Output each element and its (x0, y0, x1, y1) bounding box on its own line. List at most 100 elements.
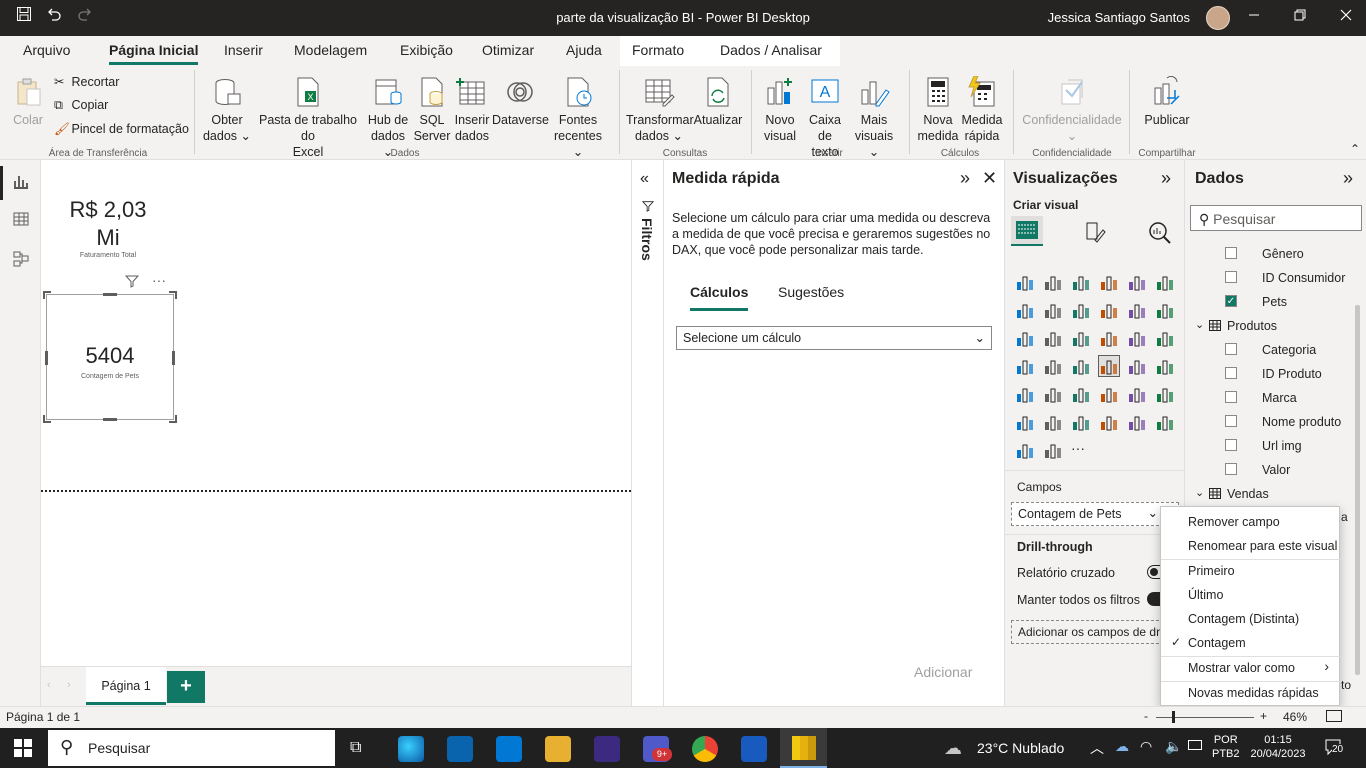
waterfall-icon[interactable] (1015, 328, 1035, 348)
zoom-in-button[interactable]: + (1260, 709, 1267, 723)
collapse-pane-icon[interactable]: » (960, 168, 970, 189)
publish-button[interactable]: Publicar (1140, 76, 1194, 128)
line-clustered-icon[interactable] (1127, 300, 1147, 320)
r-visual-icon[interactable] (1099, 384, 1119, 404)
chevron-down-icon[interactable]: ⌄ (1148, 505, 1158, 520)
funnel-icon[interactable] (1043, 328, 1063, 348)
chevron-right-icon[interactable]: › (67, 679, 71, 691)
tab-arquivo[interactable]: Arquivo (23, 42, 70, 58)
field-item[interactable]: Nome produto (1185, 412, 1355, 434)
qa-icon[interactable] (1043, 412, 1063, 432)
tab-dados-analisar[interactable]: Dados / Analisar (720, 42, 822, 58)
slicer-icon[interactable] (1015, 384, 1035, 404)
fit-to-page-icon[interactable] (1326, 710, 1342, 722)
tab-ajuda[interactable]: Ajuda (566, 42, 602, 58)
checkbox-checked[interactable]: ✓ (1225, 295, 1237, 307)
goals-icon[interactable] (1099, 412, 1119, 432)
table-view-icon[interactable] (10, 210, 32, 232)
add-button[interactable]: Adicionar (914, 664, 972, 680)
word-icon[interactable] (741, 736, 767, 762)
field-item[interactable]: ✓ Pets (1185, 292, 1355, 314)
checkbox[interactable] (1225, 415, 1237, 427)
filters-pane-collapsed[interactable]: « Filtros (631, 160, 664, 706)
resize-handle[interactable] (103, 418, 117, 421)
tab-inserir[interactable]: Inserir (224, 42, 263, 58)
checkbox[interactable] (1225, 247, 1237, 259)
kpi-icon[interactable] (1155, 356, 1175, 376)
new-visual-button[interactable]: Novo visual (758, 76, 802, 144)
resize-handle[interactable] (43, 291, 51, 299)
taskbar-search-box[interactable]: ⚲ Pesquisar (48, 730, 335, 766)
paste-button[interactable]: Colar (8, 76, 48, 128)
smart-narrative-icon[interactable] (1043, 440, 1063, 460)
ribbon-chart-icon[interactable] (1155, 300, 1175, 320)
multirow-card-icon[interactable] (1127, 356, 1147, 376)
quick-measure-button[interactable]: Medida rápida (960, 76, 1004, 144)
edge-icon[interactable] (398, 736, 424, 762)
menu-last[interactable]: Último (1188, 588, 1223, 602)
minimize-icon[interactable] (1242, 6, 1266, 30)
menu-new-quick-measure[interactable]: Novas medidas rápidas (1188, 686, 1319, 700)
map-icon[interactable] (1015, 356, 1035, 376)
line-chart-icon[interactable] (1015, 300, 1035, 320)
close-icon[interactable]: ✕ (982, 168, 997, 189)
field-item[interactable]: Valor (1185, 460, 1355, 482)
chevron-up-icon[interactable]: ︿ (1090, 738, 1104, 758)
field-item[interactable]: Marca (1185, 388, 1355, 410)
expand-filters-icon[interactable]: « (640, 170, 649, 188)
wifi-icon[interactable]: ◠ (1140, 738, 1152, 755)
scatter-icon[interactable] (1071, 328, 1091, 348)
power-apps-icon[interactable] (1155, 412, 1175, 432)
menu-first[interactable]: Primeiro (1188, 564, 1235, 578)
windows-start-icon[interactable] (14, 739, 32, 760)
more-visuals-icon[interactable]: ··· (1071, 440, 1091, 460)
enter-data-button[interactable]: Inserir dados (452, 76, 492, 144)
collapse-pane-icon[interactable]: » (1343, 168, 1353, 189)
collapse-ribbon-icon[interactable]: ⌃ (1350, 142, 1360, 156)
more-options-icon[interactable]: ··· (152, 272, 166, 288)
clock[interactable]: 01:15 20/04/2023 (1248, 733, 1308, 761)
report-view-icon[interactable] (0, 166, 32, 200)
100-bar-icon[interactable] (1127, 272, 1147, 292)
refresh-button[interactable]: Atualizar (693, 76, 743, 128)
checkbox[interactable] (1225, 367, 1237, 379)
build-visual-tab[interactable] (1011, 216, 1043, 246)
tab-calculos[interactable]: Cálculos (690, 284, 749, 311)
menu-remove-field[interactable]: Remover campo (1188, 515, 1280, 529)
chevron-down-icon[interactable]: ⌄ (1195, 318, 1204, 331)
transform-data-button[interactable]: Transformar dados ⌄ (626, 76, 694, 144)
weather-text[interactable]: 23°C Nublado (977, 740, 1064, 756)
field-item[interactable]: Gênero (1185, 244, 1355, 266)
analytics-tab[interactable] (1147, 220, 1173, 247)
add-page-button[interactable]: + (167, 671, 205, 703)
field-item[interactable]: ID Produto (1185, 364, 1355, 386)
restore-icon[interactable] (1288, 6, 1312, 30)
tab-exibicao[interactable]: Exibição (400, 42, 453, 58)
filled-map-icon[interactable] (1043, 356, 1063, 376)
new-measure-button[interactable]: Nova medida (916, 76, 960, 144)
narrative-icon[interactable] (1071, 412, 1091, 432)
get-data-button[interactable]: Obter dados ⌄ (202, 76, 252, 144)
card-pets[interactable]: 5404 Contagem de Pets (43, 291, 177, 423)
webex-icon[interactable] (594, 736, 620, 762)
battery-icon[interactable] (1188, 740, 1202, 750)
tab-sugestoes[interactable]: Sugestões (778, 284, 844, 300)
table-icon[interactable] (1043, 384, 1063, 404)
volume-icon[interactable]: 🔈 (1165, 738, 1182, 755)
field-item[interactable]: Url img (1185, 436, 1355, 458)
python-visual-icon[interactable] (1127, 384, 1147, 404)
paginated-icon[interactable] (1127, 412, 1147, 432)
dataverse-button[interactable]: Dataverse (492, 76, 549, 128)
checkbox[interactable] (1225, 343, 1237, 355)
chevron-down-icon[interactable]: ⌄ (1195, 486, 1204, 499)
100-column-icon[interactable] (1155, 272, 1175, 292)
resize-handle[interactable] (103, 293, 117, 296)
report-canvas[interactable]: R$ 2,03 Mi Faturamento Total ··· 5404 Co… (41, 160, 631, 666)
treemap-icon[interactable] (1155, 328, 1175, 348)
card-faturamento-value[interactable]: R$ 2,03 Mi (55, 196, 161, 252)
resize-handle[interactable] (43, 415, 51, 423)
matrix-icon[interactable] (1071, 384, 1091, 404)
file-explorer-icon[interactable] (545, 736, 571, 762)
format-painter-button[interactable]: 🖌 Pincel de formatação (54, 122, 189, 137)
stacked-bar-icon[interactable] (1015, 272, 1035, 292)
